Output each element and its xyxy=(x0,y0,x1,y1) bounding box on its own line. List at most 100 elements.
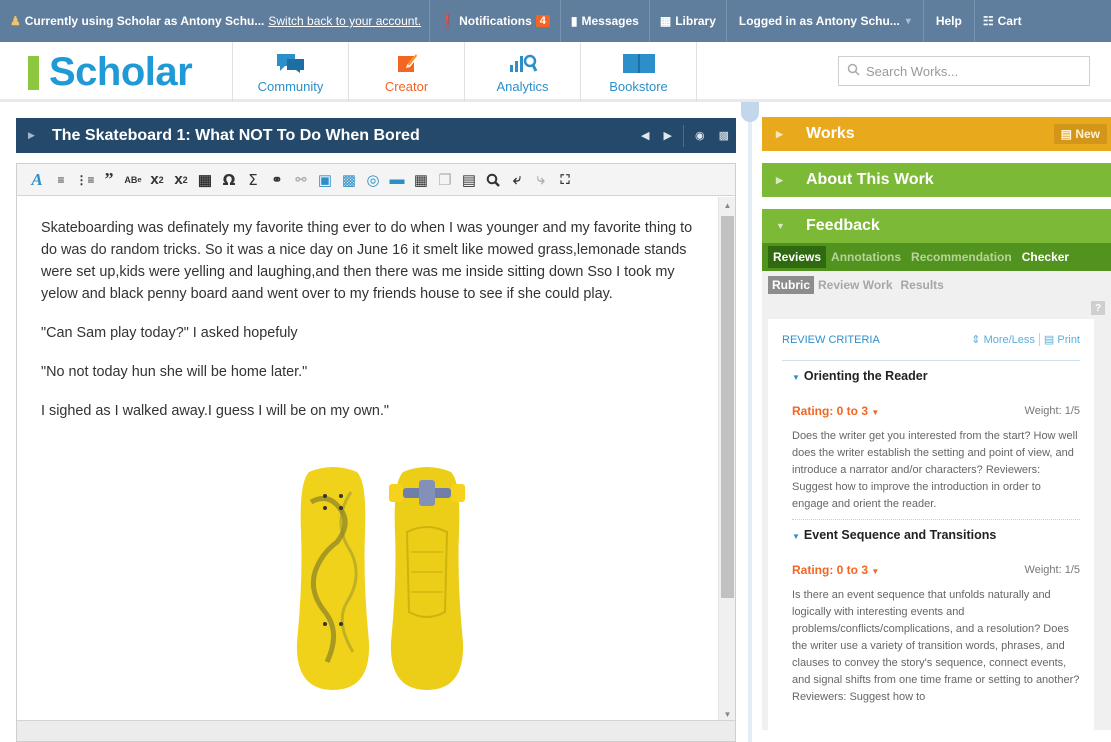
notifications-label: Notifications xyxy=(459,14,532,28)
nav-community-label: Community xyxy=(257,78,324,94)
subtab-rubric[interactable]: Rubric xyxy=(768,276,815,294)
criterion-name: Orienting the Reader xyxy=(803,369,928,383)
pencil-icon xyxy=(395,51,419,75)
superscript-icon[interactable]: x2 xyxy=(145,168,169,192)
chevron-down-icon: ▾ xyxy=(905,15,911,27)
more-less-label: More/Less xyxy=(983,334,1035,346)
works-panel-header[interactable]: ▶ Works ▤ New xyxy=(762,117,1111,151)
criterion-description: Is there an event sequence that unfolds … xyxy=(792,589,1080,703)
nav-analytics-label: Analytics xyxy=(496,78,549,94)
logged-in-label: Logged in as Antony Schu... xyxy=(738,14,900,28)
subtab-review-work[interactable]: Review Work xyxy=(814,276,896,294)
feedback-body: ? REVIEW CRITERIA ⇕ More/Less ▤ Print ▼ O… xyxy=(762,299,1111,730)
cart-button[interactable]: ☷ Cart xyxy=(975,0,1030,42)
search-icon[interactable] xyxy=(481,168,505,192)
font-style-icon[interactable]: A xyxy=(25,168,49,192)
rich-text-editor: A ≡ ⋮≡ ” AB e x2 x2 ▦ Ω Σ ⚭ ⚯ ▣ ▩ ◎ ▬ ▦ ❐… xyxy=(16,163,736,742)
insert-image-icon[interactable]: ▣ xyxy=(313,168,337,192)
criterion-name: Event Sequence and Transitions xyxy=(803,528,997,542)
insert-media-icon[interactable]: ▩ xyxy=(337,168,361,192)
scholar-logo[interactable]: Scholar xyxy=(28,50,193,95)
search-icon xyxy=(847,63,860,79)
next-chapter-button[interactable]: ▶ xyxy=(657,118,679,153)
tab-checker[interactable]: Checker xyxy=(1017,246,1074,268)
sigma-icon[interactable]: Σ xyxy=(241,168,265,192)
skateboard-image[interactable] xyxy=(271,462,693,690)
scrollbar-thumb[interactable] xyxy=(721,216,734,598)
redo-icon[interactable]: ⤷ xyxy=(529,168,553,192)
nav-community[interactable]: Community xyxy=(233,42,349,102)
nav-bookstore-label: Bookstore xyxy=(609,78,668,94)
search-input[interactable] xyxy=(866,63,1076,79)
vertical-scrollbar[interactable]: ▲ ▼ xyxy=(718,197,735,722)
nav-analytics[interactable]: Analytics xyxy=(465,42,581,102)
review-criteria-title: REVIEW CRITERIA xyxy=(782,333,880,346)
rating-dropdown[interactable]: Rating: 0 to 3 ▼ xyxy=(792,563,879,577)
library-label: Library xyxy=(675,14,716,28)
criterion-title[interactable]: ▼ Orienting the Reader xyxy=(792,369,1080,383)
review-criteria-panel: REVIEW CRITERIA ⇕ More/Less ▤ Print ▼ Ori… xyxy=(768,319,1094,730)
rating-label: Rating: 0 to 3 xyxy=(792,404,869,418)
editor-status-bar xyxy=(17,720,735,741)
criterion-title[interactable]: ▼ Event Sequence and Transitions xyxy=(792,528,1080,542)
feedback-tabs: Reviews Annotations Recommendation Check… xyxy=(762,243,1111,271)
feedback-panel-header[interactable]: ▼ Feedback xyxy=(762,209,1111,243)
notifications-button[interactable]: ❗ Notifications 4 xyxy=(430,0,561,42)
insert-file-icon[interactable]: ▦ xyxy=(409,168,433,192)
tab-reviews[interactable]: Reviews xyxy=(768,246,827,268)
story-paragraph: I sighed as I walked away.I guess I will… xyxy=(41,403,389,419)
expand-arrow-icon: ▶ xyxy=(776,128,783,139)
splitter-handle[interactable] xyxy=(741,102,759,122)
library-button[interactable]: ▦ Library xyxy=(650,0,727,42)
scroll-up-arrow-icon[interactable]: ▲ xyxy=(719,197,736,213)
preview-eye-icon[interactable]: ◉ xyxy=(688,118,712,153)
insert-video-icon[interactable]: ▬ xyxy=(385,168,409,192)
right-sidebar: ▶ Works ▤ New ▶ About This Work ▼ Feedba… xyxy=(762,117,1111,730)
print-icon[interactable]: ▩ xyxy=(712,118,736,153)
about-panel-header[interactable]: ▶ About This Work xyxy=(762,163,1111,197)
paste-icon[interactable]: ▤ xyxy=(457,168,481,192)
account-menu[interactable]: Logged in as Antony Schu... ▾ xyxy=(727,0,924,42)
previous-chapter-button[interactable]: ◀ xyxy=(634,118,656,153)
nav-bookstore[interactable]: Bookstore xyxy=(581,42,697,102)
messages-button[interactable]: ▮ Messages xyxy=(561,0,650,42)
ordinal-icon[interactable]: AB e xyxy=(121,168,145,192)
editor-toolbar: A ≡ ⋮≡ ” AB e x2 x2 ▦ Ω Σ ⚭ ⚯ ▣ ▩ ◎ ▬ ▦ ❐… xyxy=(17,164,735,196)
review-subtabs: Rubric Review Work Results xyxy=(762,271,1111,299)
print-label: Print xyxy=(1057,334,1080,346)
help-question-icon[interactable]: ? xyxy=(1091,301,1105,315)
insert-audio-icon[interactable]: ◎ xyxy=(361,168,385,192)
logo-bar xyxy=(28,55,39,90)
tab-recommendation[interactable]: Recommendation xyxy=(906,246,1017,268)
fullscreen-icon[interactable]: ⛶ xyxy=(553,168,577,192)
notifications-badge: 4 xyxy=(535,15,550,27)
nav-creator[interactable]: Creator xyxy=(349,42,465,102)
help-button[interactable]: Help xyxy=(924,0,975,42)
subscript-icon[interactable]: x2 xyxy=(169,168,193,192)
switch-back-link[interactable]: Switch back to your account. xyxy=(268,14,421,28)
rating-dropdown[interactable]: Rating: 0 to 3 ▼ xyxy=(792,404,879,418)
omega-icon[interactable]: Ω xyxy=(217,168,241,192)
criterion: ▼ Orienting the Reader Rating: 0 to 3 ▼ W… xyxy=(792,361,1080,520)
work-title: The Skateboard 1: What NOT To Do When Bo… xyxy=(52,126,420,144)
new-work-button[interactable]: ▤ New xyxy=(1053,124,1107,144)
tab-annotations[interactable]: Annotations xyxy=(826,246,906,268)
editor-content[interactable]: Skateboarding was definately my favorite… xyxy=(17,197,717,722)
impersonation-text: Currently using Scholar as Antony Schu..… xyxy=(24,14,265,28)
table-icon[interactable]: ▦ xyxy=(193,168,217,192)
link-icon[interactable]: ⚭ xyxy=(265,168,289,192)
chevron-down-icon: ▼ xyxy=(792,373,800,382)
unlink-icon[interactable]: ⚯ xyxy=(289,168,313,192)
numbered-list-icon[interactable]: ≡ xyxy=(49,168,73,192)
collapse-arrow-icon: ▼ xyxy=(776,221,785,231)
bulleted-list-icon[interactable]: ⋮≡ xyxy=(73,168,97,192)
more-less-button[interactable]: ⇕ More/Less xyxy=(971,333,1035,346)
blockquote-icon[interactable]: ” xyxy=(97,168,121,192)
panel-splitter[interactable] xyxy=(741,102,759,742)
copy-icon[interactable]: ❐ xyxy=(433,168,457,192)
subtab-results[interactable]: Results xyxy=(897,276,948,294)
print-button[interactable]: ▤ Print xyxy=(1044,333,1080,346)
divider xyxy=(682,124,684,147)
collapse-arrow-icon[interactable]: ▶ xyxy=(28,130,52,141)
undo-icon[interactable]: ⤶ xyxy=(505,168,529,192)
